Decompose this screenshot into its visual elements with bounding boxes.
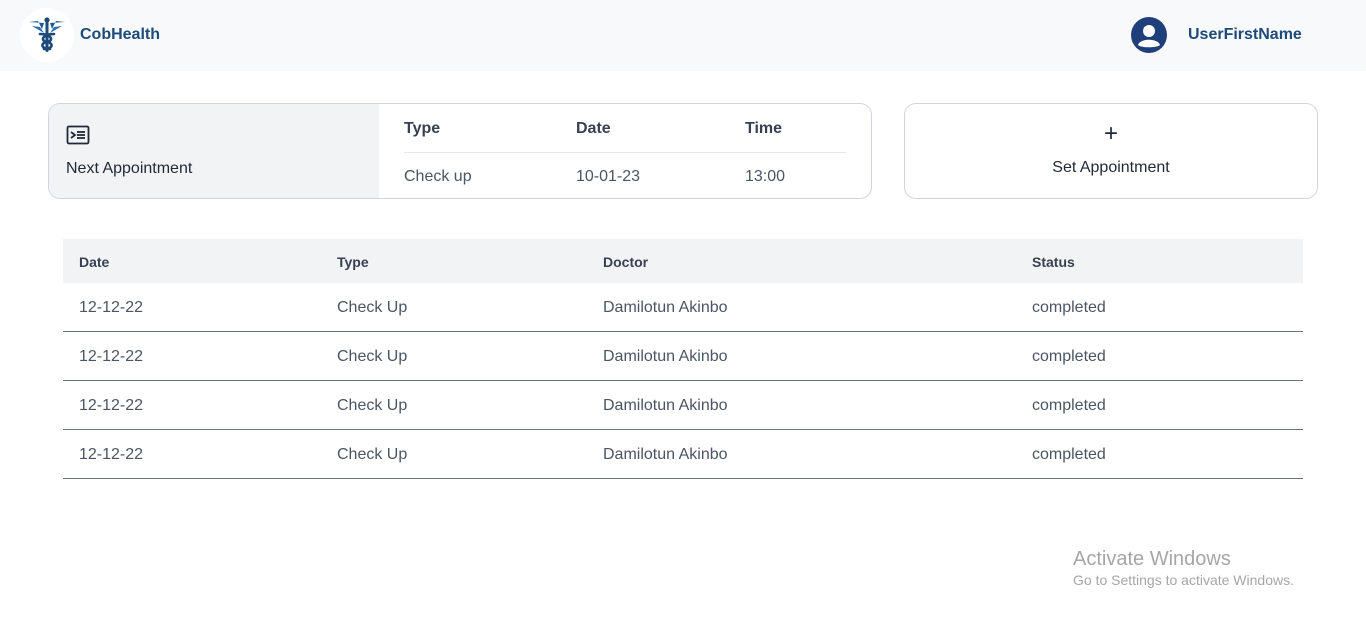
table-row[interactable]: 12-12-22 Check Up Damilotun Akinbo compl… <box>63 283 1303 332</box>
cell-doctor: Damilotun Akinbo <box>603 397 728 414</box>
table-row[interactable]: 12-12-22 Check Up Damilotun Akinbo compl… <box>63 332 1303 381</box>
cell-doctor: Damilotun Akinbo <box>603 348 728 365</box>
cell-doctor: Damilotun Akinbo <box>603 446 728 463</box>
cell-type: Check Up <box>337 446 408 463</box>
next-date-header: Date <box>576 120 611 137</box>
cell-type: Check Up <box>337 299 408 316</box>
column-header-status: Status <box>1032 254 1075 270</box>
column-header-type: Type <box>337 254 369 270</box>
watermark-title: Activate Windows <box>1073 548 1231 570</box>
cell-status: completed <box>1032 397 1106 414</box>
table-row[interactable]: 12-12-22 Check Up Damilotun Akinbo compl… <box>63 381 1303 430</box>
username[interactable]: UserFirstName <box>1188 26 1302 44</box>
cell-date: 12-12-22 <box>79 299 144 316</box>
next-time-header: Time <box>745 120 783 137</box>
user-avatar-icon[interactable] <box>1131 17 1167 53</box>
next-appointment-card: Next Appointment Type Date Time Check up… <box>48 103 872 199</box>
top-bar: CobHealth UserFirstName <box>0 0 1366 71</box>
set-appointment-label: Set Appointment <box>1052 159 1170 176</box>
divider <box>404 152 846 153</box>
brand-name: CobHealth <box>80 26 160 43</box>
next-date-value: 10-01-23 <box>576 168 641 185</box>
activation-watermark: Activate Windows Go to Settings to activ… <box>1073 548 1294 588</box>
cell-status: completed <box>1032 299 1106 316</box>
column-header-doctor: Doctor <box>603 254 649 270</box>
next-type-header: Type <box>404 120 441 137</box>
logo[interactable] <box>20 8 74 62</box>
caduceus-icon <box>29 17 65 52</box>
next-appointment-summary: Next Appointment <box>49 104 379 198</box>
table-header: Date Type Doctor Status <box>63 239 1303 283</box>
cell-type: Check Up <box>337 397 408 414</box>
next-time-value: 13:00 <box>745 168 786 185</box>
cell-status: completed <box>1032 348 1106 365</box>
column-header-date: Date <box>79 254 110 270</box>
table-row[interactable]: 12-12-22 Check Up Damilotun Akinbo compl… <box>63 430 1303 479</box>
appointments-table: Date Type Doctor Status 12-12-22 Check U… <box>63 239 1303 479</box>
next-type-value: Check up <box>404 168 472 185</box>
cell-date: 12-12-22 <box>79 446 144 463</box>
ticket-list-icon <box>66 125 90 145</box>
plus-icon: + <box>1103 120 1118 147</box>
set-appointment-button[interactable]: + Set Appointment <box>904 103 1318 199</box>
watermark-subtitle: Go to Settings to activate Windows. <box>1073 572 1294 588</box>
cell-doctor: Damilotun Akinbo <box>603 299 728 316</box>
cell-status: completed <box>1032 446 1106 463</box>
cell-date: 12-12-22 <box>79 397 144 414</box>
cell-date: 12-12-22 <box>79 348 144 365</box>
cell-type: Check Up <box>337 348 408 365</box>
next-appointment-label: Next Appointment <box>66 160 193 177</box>
